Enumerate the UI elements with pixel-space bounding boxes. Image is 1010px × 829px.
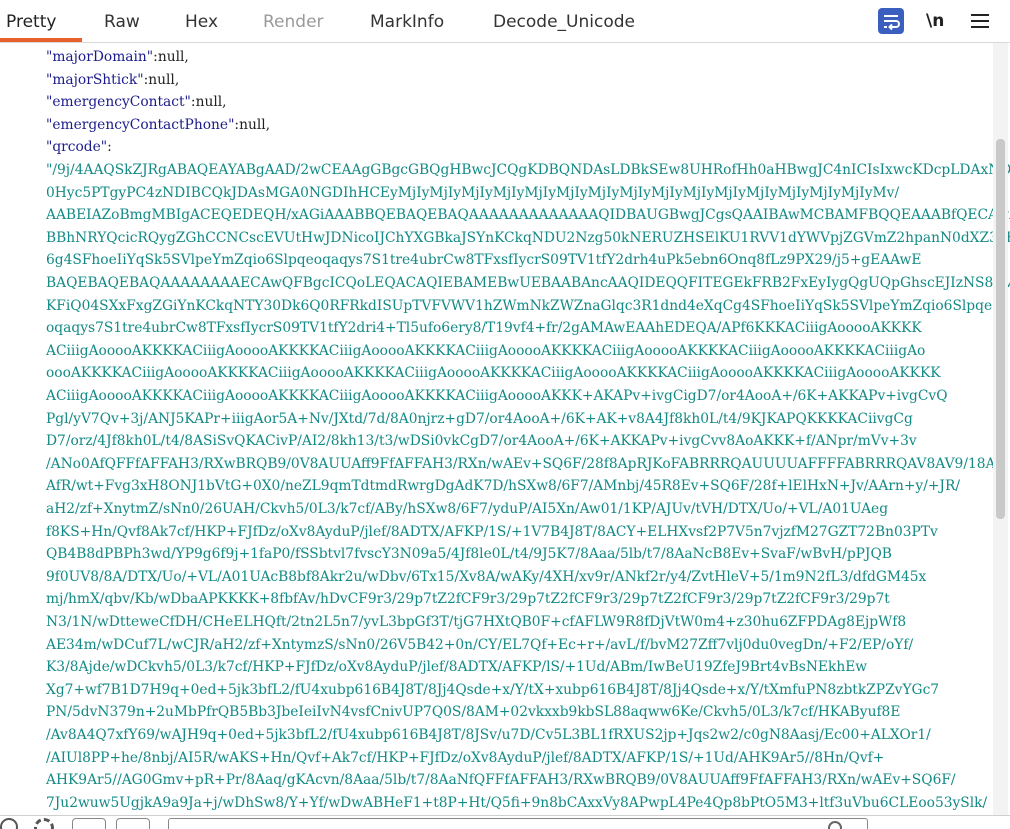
gear-icon[interactable] [34, 818, 54, 829]
qrcode-line: BAQEBAQEBAQAAAAAAAAECAwQFBgcICQoLEQACAQI… [46, 275, 1010, 291]
scrollbar-thumb[interactable] [996, 139, 1005, 519]
qrcode-line: /Av8A4Q7xfY69/wAJH9q+0ed+5jk3bfL2/fU4xub… [46, 727, 931, 743]
show-newlines-button[interactable]: \n [926, 8, 944, 34]
json-field: "emergencyContact":null, [46, 94, 227, 111]
qrcode-line: AfR/wt+Fvg3xH8ONJ1bVtG+0X0/neZL9qmTdtmdR… [46, 478, 960, 495]
qrcode-line: /AIUl8PP+he/8nbj/AI5R/wAKS+Hn/Qvf+Ak7cf/… [46, 749, 885, 766]
menu-icon [970, 14, 990, 28]
qrcode-line: /ANo0AfQFFfAFFAH3/RXwBRQB9/0V8AUUAff9FfA… [46, 455, 1008, 472]
prev-arrow-icon[interactable] [72, 818, 106, 829]
qrcode-line: AABEIAZoBmgMBIgACEQEDEQH/xAGiAAABBQEBAQE… [46, 207, 1010, 224]
qrcode-line: N3/1N/wDtteweCfDH/CHeELHQft/2tn2L5n7/yvL… [46, 614, 907, 630]
qrcode-line: oooAKKKKACiiigAooooAKKKKACiiigAooooAKKKK… [46, 365, 941, 382]
qrcode-line: aH2/zf+XnytmZ/sNn0/26UAH/Ckvh5/0L3/k7cf/… [46, 501, 889, 517]
tab-pretty[interactable]: Pretty [6, 0, 56, 42]
qrcode-line: QB4B8dPBPh3wd/YP9g6f9j+1faP0/fSSbtvl7fvs… [46, 546, 892, 563]
qrcode-line: Xg7+wf7B1D7H9q+0ed+5jk3bfL2/fU4xubp616B4… [46, 681, 940, 698]
tab-hex[interactable]: Hex [185, 0, 218, 42]
wrap-lines-icon [884, 15, 900, 31]
qrcode-line: 0Hyc5PTgyPC4zNDIBCQkJDAsMGA0NGDIhHCEyMjI… [46, 184, 900, 201]
bottom-bar [0, 815, 1010, 829]
qrcode-line: K3/8Ajde/wDCkvh5/0L3/k7cf/HKP+FJfDz/oXv8… [46, 659, 868, 676]
tab-render[interactable]: Render [263, 0, 324, 42]
json-key-qrcode: "qrcode": [46, 139, 112, 156]
qrcode-line: 6g4SFhoeIiYqSk5SVlpeYmZqio6Slpqeoqaqys7S… [46, 252, 922, 269]
qrcode-line: Pgl/yV7Qv+3j/ANJ5KAPr+iiigAor5A+Nv/JXtd/… [46, 410, 913, 427]
tab-bar: Pretty Raw Hex Render MarkInfo Decode_Un… [0, 0, 1010, 43]
active-tab-indicator [0, 38, 82, 42]
qrcode-line: "/9j/4AAQSkZJRgABAQEAYABgAAD/2wCEAAgGBgc… [46, 162, 1010, 178]
help-icon[interactable] [0, 818, 18, 829]
response-body[interactable]: "majorDomain":null, "majorShtick":null, … [0, 43, 1010, 815]
qrcode-line: 7Ju2wuw5UgjkA9a9Ja+j/wDhSw8/Y+Yf/wDwABHe… [46, 794, 988, 811]
next-arrow-icon[interactable] [116, 818, 150, 829]
json-field: "majorDomain":null, [46, 49, 189, 65]
menu-button[interactable] [970, 10, 990, 32]
qrcode-line: ACiiigAooooAKKKKACiiigAooooAKKKKACiiigAo… [46, 342, 926, 359]
tab-decode-unicode[interactable]: Decode_Unicode [493, 0, 635, 42]
tab-raw[interactable]: Raw [104, 0, 140, 42]
qrcode-line: KFiQ04SXxFxgZGiYnKCkqNTY30Dk6Q0RFRkdISUp… [46, 297, 993, 314]
qrcode-line: mj/hmX/qbv/Kb/wDbaAPKKKK+8fbfAv/hDvCF9r3… [46, 591, 890, 608]
tab-markinfo[interactable]: MarkInfo [370, 0, 444, 42]
qrcode-line: PN/5dvN379n+2uMbPfrQB5Bb3JbeIeiIvN4vsfCn… [46, 704, 901, 721]
vertical-scrollbar[interactable] [993, 43, 1008, 815]
qrcode-line: f8KS+Hn/Qvf8Ak7cf/HKP+FJfDz/oXv8AyduP/jl… [46, 523, 938, 540]
qrcode-line: 9f0UV8/8A/DTX/Uo/+VL/A01UAcB8bf8Akr2u/wD… [46, 568, 927, 585]
qrcode-line: oqaqys7S1tre4ubrCw8TFxsfIycrS09TV1tfY2dr… [46, 320, 922, 337]
qrcode-line: AE34m/wDCuf7L/wCJR/aH2/zf+XntymzS/sNn0/2… [46, 636, 914, 653]
wrap-lines-button[interactable] [878, 8, 904, 34]
qrcode-line: BBhNRYQcicRQygZGhCCNCscEVUtHwJDNicoIJChY… [46, 229, 1010, 246]
json-field: "emergencyContactPhone":null, [46, 116, 271, 133]
json-field: "majorShtick":null, [46, 71, 180, 88]
qrcode-line: D7/orz/4Jf8kh0L/t4/8ASiSvQKACivP/AI2/8kh… [46, 433, 917, 450]
qrcode-line: ACiiigAooooAKKKKACiiigAooooAKKKKACiiigAo… [46, 388, 948, 404]
search-input[interactable] [168, 818, 868, 829]
qrcode-line: AHK9Ar5//AG0Gmv+pR+Pr/8Aaq/gKAcvn/8Aaa/5… [46, 772, 956, 789]
